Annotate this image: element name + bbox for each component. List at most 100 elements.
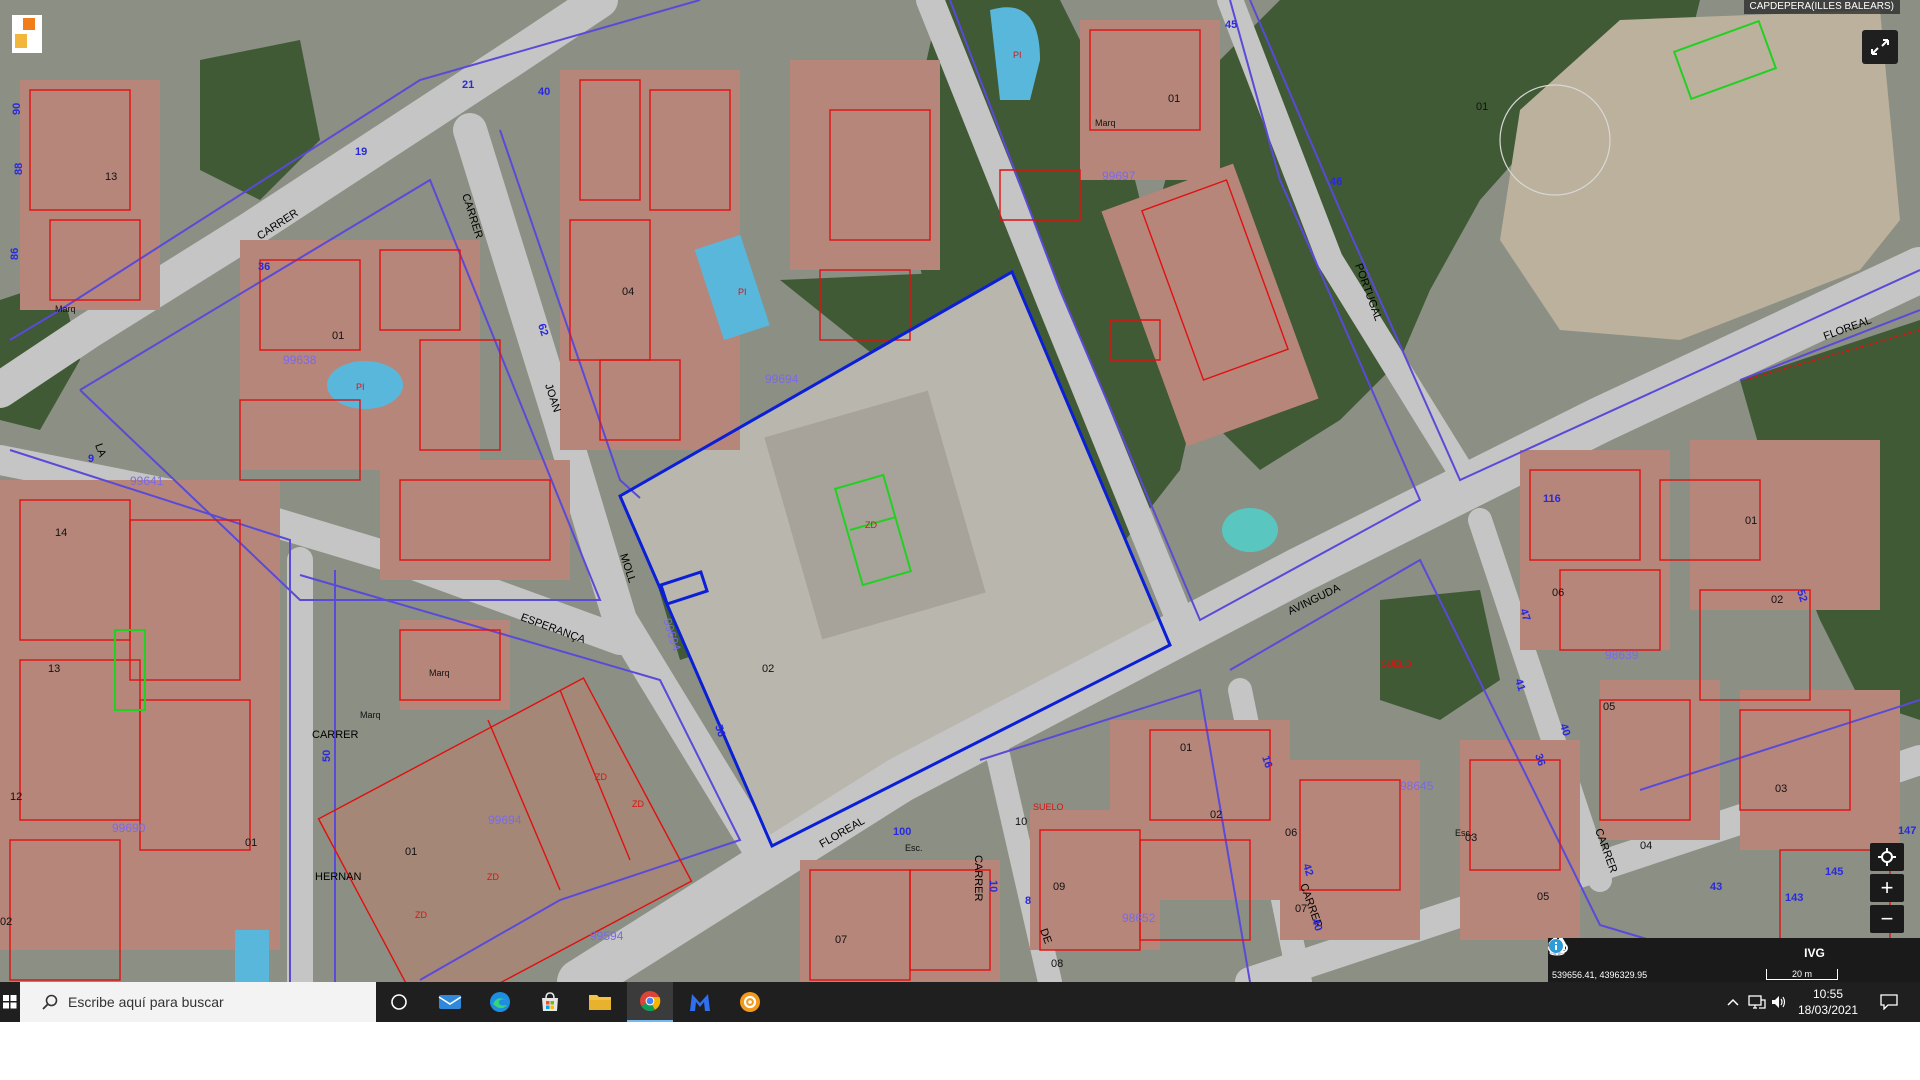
street-number: 9 bbox=[88, 453, 94, 465]
block-id: 99594 bbox=[590, 929, 624, 943]
orthophoto-map: CARRER CARRER JOAN MOLL ESPERANÇA LA CAR… bbox=[0, 0, 1920, 982]
layers-tool-button[interactable] bbox=[1548, 938, 1671, 968]
notifications-button[interactable] bbox=[1872, 982, 1906, 1022]
search-tool-button[interactable] bbox=[1549, 938, 1630, 968]
parcel-number: 01 bbox=[1180, 742, 1192, 754]
windows-taskbar: Escribe aquí para buscar 10:55 18/03/202… bbox=[0, 982, 1920, 1022]
taskbar-orange-app[interactable] bbox=[727, 982, 773, 1022]
folder-icon bbox=[589, 995, 611, 1010]
parcel-number: 02 bbox=[1771, 594, 1783, 606]
windows-logo-icon bbox=[3, 995, 17, 1009]
taskbar-malwarebytes-app[interactable] bbox=[677, 982, 723, 1022]
street-number: 88 bbox=[13, 163, 25, 175]
fullscreen-icon bbox=[1871, 39, 1889, 55]
block-id: 98639 bbox=[1605, 648, 1639, 662]
feature-label: Marq bbox=[360, 710, 381, 720]
network-icon bbox=[1748, 995, 1766, 1009]
parcel-number: 05 bbox=[1537, 891, 1549, 903]
locate-button[interactable] bbox=[1870, 843, 1904, 871]
feature-label: ZD bbox=[595, 772, 607, 782]
zoom-in-button[interactable]: + bbox=[1870, 874, 1904, 902]
parcel-number: 04 bbox=[1640, 840, 1652, 852]
street-number: 8 bbox=[1025, 895, 1031, 907]
parcel-number: 05 bbox=[1603, 701, 1615, 713]
parcel-number: 07 bbox=[1295, 903, 1307, 915]
street-number: 145 bbox=[1825, 866, 1843, 878]
parcel-number: 02 bbox=[1210, 809, 1222, 821]
street-number: 116 bbox=[1543, 493, 1561, 505]
task-view-button[interactable] bbox=[376, 982, 422, 1022]
feature-label: PI bbox=[356, 382, 365, 392]
parcel-number: 02 bbox=[0, 916, 12, 928]
tray-expand-button[interactable] bbox=[1722, 982, 1744, 1022]
street-number: 147 bbox=[1898, 825, 1916, 837]
zoom-out-button[interactable]: − bbox=[1870, 905, 1904, 933]
street-number: 21 bbox=[462, 79, 474, 91]
parcel-number: 01 bbox=[1476, 101, 1488, 113]
binoculars-tool-button[interactable] bbox=[1548, 938, 1876, 968]
volume-tray-button[interactable] bbox=[1768, 982, 1790, 1022]
street-number: 40 bbox=[538, 86, 550, 98]
street-number: 43 bbox=[1710, 881, 1722, 893]
parcel-number: 01 bbox=[405, 846, 417, 858]
taskbar-mail-app[interactable] bbox=[427, 982, 473, 1022]
parcel-number: 04 bbox=[622, 286, 634, 298]
feature-label: Marq bbox=[429, 668, 450, 678]
street-number: 45 bbox=[1225, 19, 1237, 31]
street-number: 86 bbox=[9, 248, 21, 260]
parcel-number: 08 bbox=[1051, 958, 1063, 970]
measure-tool-button[interactable] bbox=[1548, 938, 1712, 968]
info-tool-button[interactable] bbox=[1549, 938, 1917, 968]
chevron-up-icon bbox=[1727, 998, 1739, 1006]
ivg-tool-button[interactable]: IVG bbox=[1794, 938, 1835, 968]
parcel-number: 06 bbox=[1552, 587, 1564, 599]
parcel-number: 01 bbox=[332, 330, 344, 342]
network-tray-button[interactable] bbox=[1746, 982, 1768, 1022]
block-id: 99694 bbox=[488, 813, 522, 827]
taskbar-search-input[interactable]: Escribe aquí para buscar bbox=[20, 982, 376, 1022]
taskbar-edge-app[interactable] bbox=[477, 982, 523, 1022]
street-number: 19 bbox=[355, 146, 367, 158]
street-number: 143 bbox=[1785, 892, 1803, 904]
street-number: 10 bbox=[987, 880, 999, 892]
fullscreen-button[interactable] bbox=[1862, 30, 1898, 64]
print-tool-button[interactable] bbox=[1549, 938, 1753, 968]
feature-label: ZD bbox=[415, 910, 427, 920]
cursor-coordinates: 539656.41, 4396329.95 bbox=[1552, 970, 1648, 980]
feature-label: ZD bbox=[632, 799, 644, 809]
parcel-number: 03 bbox=[1775, 783, 1787, 795]
taskbar-store-app[interactable] bbox=[527, 982, 573, 1022]
start-button[interactable] bbox=[0, 982, 20, 1022]
map-viewport[interactable]: CARRER CARRER JOAN MOLL ESPERANÇA LA CAR… bbox=[0, 0, 1920, 982]
taskbar-clock[interactable]: 10:55 18/03/2021 bbox=[1790, 982, 1866, 1022]
app-logo-icon bbox=[12, 15, 42, 53]
taskbar-chrome-app[interactable] bbox=[627, 982, 673, 1022]
feature-label: SUELO bbox=[1033, 802, 1064, 812]
clock-time: 10:55 bbox=[1812, 987, 1844, 1001]
parcel-number: 06 bbox=[1285, 827, 1297, 839]
street-label: CARRER bbox=[972, 855, 984, 902]
parcel-number: 10 bbox=[1015, 816, 1027, 828]
malwarebytes-icon bbox=[690, 994, 710, 1011]
street-view-tool-button[interactable] bbox=[1549, 938, 1794, 968]
street-label: CARRER bbox=[312, 729, 359, 741]
parcel-number: 12 bbox=[10, 791, 22, 803]
parcel-number: 09 bbox=[1053, 881, 1065, 893]
block-id: 98652 bbox=[1122, 911, 1156, 925]
feature-label: Marq bbox=[55, 304, 76, 314]
map-toolbar: IVG bbox=[1548, 938, 1920, 968]
feature-label: Marq bbox=[1095, 118, 1116, 128]
clock-date: 18/03/2021 bbox=[1797, 1003, 1859, 1017]
search-icon bbox=[42, 994, 58, 1010]
parcel-number: 13 bbox=[105, 171, 117, 183]
parcel-number: 02 bbox=[762, 663, 774, 675]
parcel-number: 14 bbox=[55, 527, 67, 539]
app-gear-icon bbox=[740, 992, 760, 1012]
block-id: 98645 bbox=[1400, 779, 1434, 793]
feature-label: ZD bbox=[865, 520, 877, 530]
feature-label: PI bbox=[1013, 50, 1022, 60]
parcel-number: 01 bbox=[245, 837, 257, 849]
taskbar-explorer-app[interactable] bbox=[577, 982, 623, 1022]
street-number: 100 bbox=[893, 826, 911, 838]
speaker-icon bbox=[1772, 996, 1786, 1008]
